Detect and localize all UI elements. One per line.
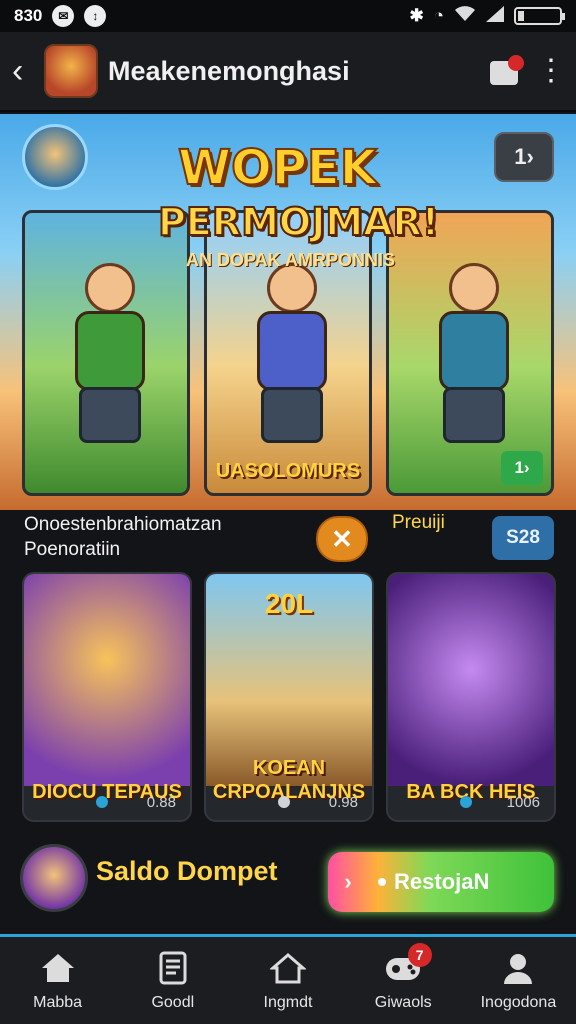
banner-subtitle: PERMOJMAR! (157, 199, 440, 245)
data-icon: ↕ (84, 5, 107, 27)
wallet-row: Saldo Dompet › RestojaN (0, 838, 576, 930)
info-row: Onoestenbrahiomatzan Poenoratiin ✕ Preui… (0, 510, 576, 568)
home-icon (38, 950, 78, 986)
nav-label: Giwaols (374, 993, 432, 1011)
banner-next-button[interactable]: 1› (494, 132, 554, 182)
close-button[interactable]: ✕ (316, 516, 368, 562)
battery-icon (514, 7, 565, 25)
game-stat: 1006 (506, 793, 540, 811)
game-footer: 1006 (388, 784, 554, 820)
nav-item-games[interactable]: 7 Giwaols (346, 937, 461, 1024)
nav-label: Ingmdt (263, 993, 313, 1011)
back-icon[interactable]: ‹ (12, 52, 34, 91)
hero-card-label: UASOLOMURS (215, 460, 361, 482)
info-text-line2: Poenoratiin (24, 539, 121, 560)
info-text-line1: Onoestenbrahiomatzan (24, 514, 222, 535)
document-icon (153, 950, 193, 986)
status-left: 830 ✉ ↕ (14, 5, 107, 27)
game-stat: 0.98 (328, 793, 358, 811)
nav-item-document[interactable]: Goodl (115, 937, 230, 1024)
game-stat: 0.88 (146, 793, 176, 811)
character-figure (413, 263, 533, 453)
message-icon: ✉ (52, 5, 75, 27)
nav-label: Inogodona (480, 993, 557, 1011)
character-figure (231, 263, 351, 453)
info-tag: Preuiji (392, 512, 445, 533)
status-time: 830 (14, 6, 43, 25)
notification-badge (508, 55, 524, 71)
hero-card[interactable] (22, 210, 190, 496)
game-card[interactable]: BA BCK HEIS 1006 (386, 572, 556, 822)
nav-item-house[interactable]: Ingmdt (230, 937, 345, 1024)
game-footer: 0.88 (24, 784, 190, 820)
game-card[interactable]: DIOCU TEPAUS 0.88 (22, 572, 192, 822)
nav-label: Goodl (151, 993, 195, 1011)
hero-card-next-button[interactable]: 1› (501, 451, 543, 485)
status-right: ✱ ◔ (409, 5, 565, 27)
hero-card[interactable]: 1› (386, 210, 554, 496)
notification-badge: 7 (407, 943, 432, 967)
status-dot (460, 796, 472, 808)
nav-item-profile[interactable]: Inogodona (461, 937, 576, 1024)
promo-banner[interactable]: WOPEK 1› UASOLOMURS 1› PERMOJMAR! AN DOP… (0, 114, 576, 510)
banner-title: WOPEK (177, 139, 378, 197)
info-text: Onoestenbrahiomatzan Poenoratiin (24, 512, 222, 562)
avatar[interactable] (20, 844, 88, 912)
person-icon (498, 950, 538, 986)
app-logo (44, 44, 98, 98)
chevron-right-icon: › (344, 869, 352, 894)
alarm-icon: ◔ (433, 6, 444, 25)
wallet-label: Saldo Dompet (96, 856, 278, 886)
wifi-icon (454, 5, 476, 27)
dot-icon (378, 878, 386, 886)
game-art (388, 574, 554, 786)
banner-tagline: AN DOPAK AMRPONNIS (186, 250, 396, 270)
game-card[interactable]: 20L KOEAN CRPOALANJNS 0.98 (204, 572, 374, 822)
bluetooth-icon: ✱ (409, 6, 424, 25)
house-outline-icon (268, 950, 308, 986)
cta-button[interactable]: › RestojaN (328, 852, 554, 912)
info-value-button[interactable]: S28 (492, 516, 554, 560)
status-dot (96, 796, 108, 808)
page-title: Meakenemonghasi (108, 55, 350, 86)
game-footer: 0.98 (206, 784, 372, 820)
status-bar: 830 ✉ ↕ ✱ ◔ (0, 0, 576, 32)
puzzle-icon[interactable] (486, 51, 526, 91)
status-dot (278, 796, 290, 808)
game-art (24, 574, 190, 786)
nav-item-home[interactable]: Mabba (0, 937, 115, 1024)
character-figure (49, 263, 169, 453)
game-year: 20L (264, 588, 314, 619)
signal-icon (486, 5, 504, 27)
banner-avatar (22, 124, 88, 190)
cta-label: RestojaN (394, 869, 490, 894)
more-menu-icon[interactable]: ⋮ (536, 56, 566, 86)
nav-label: Mabba (33, 993, 83, 1011)
bottom-nav: Mabba Goodl Ingmdt 7 Giwaols Inogodona (0, 937, 576, 1024)
app-bar: ‹ Meakenemonghasi ⋮ (0, 32, 576, 112)
